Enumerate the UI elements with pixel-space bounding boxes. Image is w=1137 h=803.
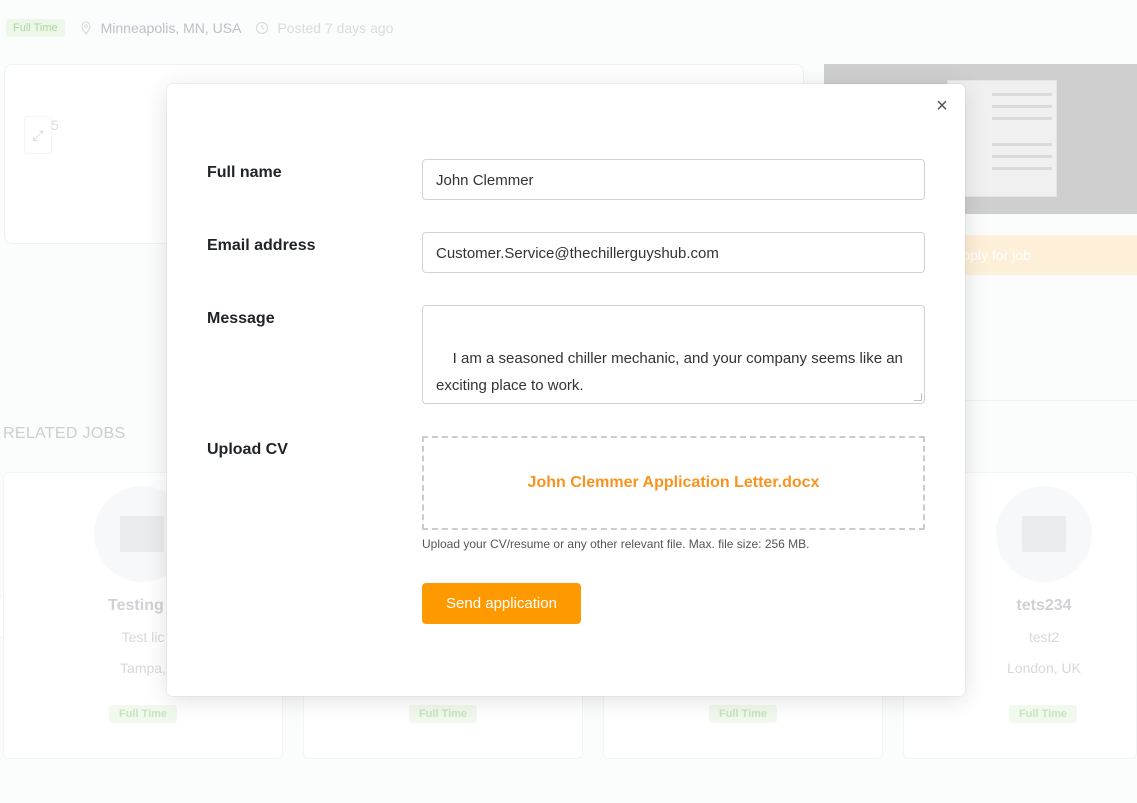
close-icon[interactable]: ×: [931, 96, 953, 118]
message-text: I am a seasoned chiller mechanic, and yo…: [436, 350, 903, 394]
full-name-label: Full name: [207, 164, 282, 181]
full-name-field[interactable]: John Clemmer: [422, 159, 925, 200]
uploaded-file-name: John Clemmer Application Letter.docx: [527, 474, 820, 491]
email-label: Email address: [207, 237, 316, 254]
message-textarea[interactable]: I am a seasoned chiller mechanic, and yo…: [422, 305, 925, 404]
upload-hint: Upload your CV/resume or any other relev…: [422, 537, 810, 551]
email-field[interactable]: Customer.Service@thechillerguyshub.com: [422, 232, 925, 273]
send-application-button[interactable]: Send application: [422, 583, 581, 624]
application-modal: × Full name John Clemmer Email address C…: [167, 84, 965, 696]
file-drop-zone[interactable]: John Clemmer Application Letter.docx: [422, 436, 925, 530]
message-label: Message: [207, 310, 275, 327]
upload-cv-label: Upload CV: [207, 441, 288, 458]
resize-handle-icon[interactable]: [914, 393, 922, 401]
